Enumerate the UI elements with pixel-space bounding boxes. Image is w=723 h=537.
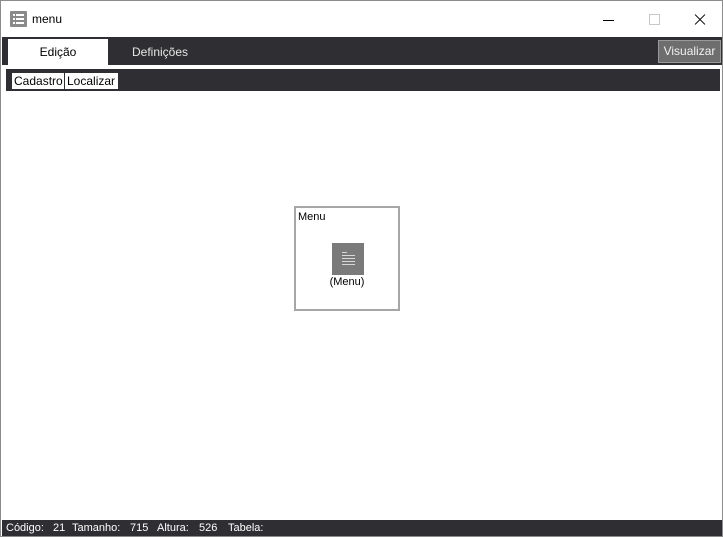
design-canvas[interactable]: Menu (Menu) <box>2 93 722 519</box>
codigo-label: Código: <box>6 522 44 534</box>
codigo-value: 21 <box>53 522 66 534</box>
tamanho-value: 715 <box>130 522 149 534</box>
tamanho-label: Tamanho: <box>72 522 121 534</box>
status-bar: Código: 21 Tamanho: 715 Altura: 526 Tabe… <box>2 520 722 536</box>
close-button[interactable] <box>676 1 722 37</box>
altura-value: 526 <box>199 522 218 534</box>
window-title: menu <box>32 12 63 26</box>
visualizar-button[interactable]: Visualizar <box>658 40 721 63</box>
altura-label: Altura: <box>157 522 189 534</box>
sub-tab-bar: Cadastro Localizar <box>6 69 720 91</box>
menu-card-title: Menu <box>298 211 326 223</box>
document-list-icon[interactable] <box>332 243 364 275</box>
main-tab-bar: Edição Definições Visualizar <box>2 37 722 65</box>
tab-cadastro[interactable]: Cadastro <box>12 73 69 89</box>
tab-edicao[interactable]: Edição <box>8 39 108 65</box>
tab-localizar[interactable]: Localizar <box>64 72 119 90</box>
menu-card[interactable]: Menu (Menu) <box>294 206 400 311</box>
maximize-button[interactable] <box>631 1 677 37</box>
title-bar[interactable]: menu <box>1 1 722 37</box>
minimize-button[interactable] <box>586 1 632 37</box>
list-icon <box>10 11 27 27</box>
tab-definicoes[interactable]: Definições <box>110 39 210 65</box>
menu-card-label: (Menu) <box>329 276 365 288</box>
app-window: menu Edição Definições Visualizar Cadast… <box>0 0 723 537</box>
tabela-label: Tabela: <box>228 522 264 534</box>
